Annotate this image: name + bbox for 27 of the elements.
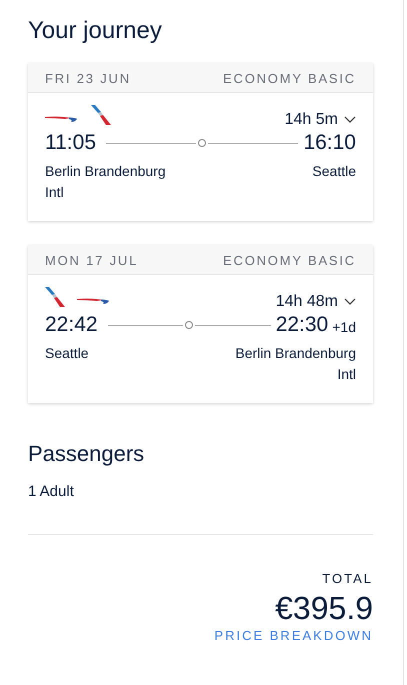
page-heading: Your journey [28,16,163,46]
total-price: €395.9 [275,590,373,626]
duration-toggle[interactable]: 14h 5m [284,111,356,129]
airline-logo-icon [45,287,65,307]
flight-date: MON 17 JUL [45,253,138,267]
day-offset: +1d [332,318,356,334]
departure-time: 11:05 [45,131,96,155]
passenger-count: 1 Adult [28,483,75,500]
chevron-down-icon [344,298,356,306]
origin-airport: Berlin Brandenburg Intl [45,162,167,202]
section-heading: Passengers [28,441,146,467]
duration-toggle[interactable]: 14h 48m [276,293,356,311]
chevron-down-icon [344,116,356,124]
cabin-class: ECONOMY BASIC [223,253,356,267]
departure-time: 22:42 [45,313,98,337]
arrival-time: 22:30 [276,313,328,337]
total-label: TOTAL [322,571,373,586]
origin-airport: Seattle [45,344,89,363]
price-breakdown-link[interactable]: PRICE BREAKDOWN [214,628,373,643]
cabin-class: ECONOMY BASIC [223,71,356,85]
arrival-time: 16:10 [303,131,356,155]
destination-airport: Seattle [312,162,356,181]
flight-date: FRI 23 JUN [45,71,131,85]
airline-logo-icon [45,115,79,123]
airline-logo-icon [77,297,111,305]
destination-airport: Berlin Brandenburg Intl [234,344,356,384]
airline-logo-icon [91,105,111,125]
